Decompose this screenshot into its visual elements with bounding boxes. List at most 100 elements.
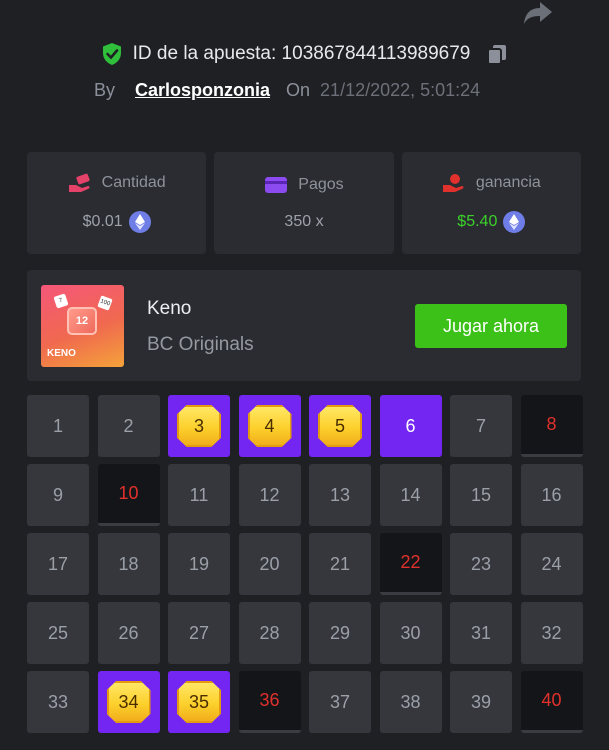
keno-cell-38: 38	[379, 671, 442, 733]
keno-cell-number: 17	[47, 553, 69, 574]
keno-cell-number: 39	[470, 691, 492, 712]
keno-cell-number: 7	[475, 415, 486, 436]
keno-cell-4: 4	[238, 395, 301, 457]
gem-icon: 4	[247, 405, 292, 447]
keno-cell-number: 40	[541, 690, 562, 710]
keno-tile-icon: 12	[67, 307, 97, 335]
keno-cell-2: 2	[97, 395, 160, 457]
keno-cell-27: 27	[168, 602, 230, 664]
coin-hand-icon	[442, 174, 464, 192]
keno-cell-33: 33	[27, 671, 89, 733]
money-hand-icon	[68, 173, 90, 192]
shield-check-icon	[102, 43, 121, 65]
keno-cell-number: 21	[329, 553, 351, 574]
keno-cell-17: 17	[27, 533, 89, 595]
bet-stats: Cantidad $0.01 Pagos 350 x ganancia $5.4…	[27, 152, 581, 254]
username-link[interactable]: Carlosponzonia	[135, 80, 270, 101]
keno-cell-31: 31	[450, 602, 512, 664]
gem-icon: 3	[177, 405, 221, 447]
keno-cell-number: 2	[123, 415, 134, 436]
keno-cell-3: 3	[168, 395, 230, 457]
stat-profit-label: ganancia	[475, 174, 541, 191]
copy-icon[interactable]	[486, 43, 508, 65]
gem-icon: 35	[177, 681, 221, 723]
stat-payout: Pagos 350 x	[214, 152, 394, 254]
share-icon[interactable]	[522, 0, 554, 26]
keno-cell-number: 18	[118, 553, 139, 574]
stat-profit: ganancia $5.40	[401, 152, 581, 254]
keno-cell-32: 32	[520, 602, 583, 664]
play-now-button[interactable]: Jugar ahora	[415, 304, 567, 348]
bet-id: ID de la apuesta: 103867844113989679	[132, 43, 471, 64]
eth-icon	[128, 211, 151, 233]
keno-thumbnail[interactable]: 7 100 12 KENO	[41, 285, 124, 367]
gem-icon: 34	[106, 681, 151, 723]
keno-cell-number: 25	[47, 622, 69, 643]
keno-cell-13: 13	[309, 464, 371, 526]
die-icon: 7	[53, 293, 69, 309]
keno-cell-39: 39	[450, 671, 512, 733]
game-title[interactable]: Keno	[147, 298, 191, 320]
by-label: By	[94, 79, 116, 100]
keno-cell-18: 18	[97, 533, 160, 595]
keno-cell-9: 9	[27, 464, 89, 526]
stat-amount: Cantidad $0.01	[27, 152, 207, 254]
keno-cell-number: 11	[189, 484, 209, 505]
keno-cell-40: 40	[520, 671, 583, 733]
game-provider: BC Originals	[147, 334, 254, 355]
byline: By Carlosponzonia On 21/12/2022, 5:01:24	[94, 77, 480, 103]
keno-cell-14: 14	[379, 464, 442, 526]
keno-cell-number: 33	[47, 691, 69, 712]
keno-cell-22: 22	[379, 533, 442, 595]
stat-payout-label: Pagos	[298, 176, 344, 193]
keno-cell-number: 10	[118, 483, 139, 503]
keno-cell-number: 27	[188, 622, 210, 643]
keno-cell-number: 37	[329, 691, 351, 712]
bet-id-row: ID de la apuesta: 103867844113989679	[0, 40, 609, 68]
keno-cell-15: 15	[450, 464, 512, 526]
bet-datetime: 21/12/2022, 5:01:24	[320, 79, 481, 100]
keno-cell-number: 14	[400, 484, 421, 505]
keno-cell-number: 22	[400, 552, 421, 572]
keno-cell-number: 15	[470, 484, 492, 505]
keno-cell-21: 21	[309, 533, 371, 595]
keno-cell-number: 29	[329, 622, 351, 643]
keno-cell-30: 30	[379, 602, 442, 664]
keno-cell-1: 1	[27, 395, 89, 457]
card-icon	[265, 177, 288, 193]
keno-cell-12: 12	[238, 464, 301, 526]
keno-cell-23: 23	[450, 533, 512, 595]
keno-cell-number: 1	[52, 415, 63, 436]
keno-cell-7: 7	[450, 395, 512, 457]
stat-amount-label: Cantidad	[101, 174, 166, 191]
stat-profit-value: $5.40	[457, 213, 498, 230]
keno-cell-10: 10	[97, 464, 160, 526]
keno-cell-number: 26	[118, 622, 139, 643]
keno-cell-number: 23	[470, 553, 492, 574]
keno-cell-20: 20	[238, 533, 301, 595]
keno-cell-number: 19	[188, 553, 210, 574]
stat-amount-value: $0.01	[82, 213, 123, 230]
stat-payout-value: 350 x	[284, 213, 324, 230]
keno-cell-34: 34	[97, 671, 160, 733]
eth-icon	[503, 211, 526, 233]
keno-cell-number: 9	[52, 484, 63, 505]
keno-cell-35: 35	[168, 671, 230, 733]
keno-cell-number: 8	[546, 414, 557, 434]
keno-cell-number: 32	[541, 622, 562, 643]
keno-cell-28: 28	[238, 602, 301, 664]
keno-cell-number: 24	[541, 553, 562, 574]
keno-cell-number: 12	[259, 484, 280, 505]
keno-cell-26: 26	[97, 602, 160, 664]
keno-cell-number: 36	[259, 690, 280, 710]
keno-cell-19: 19	[168, 533, 230, 595]
keno-cell-number: 13	[329, 484, 351, 505]
keno-cell-number: 28	[259, 622, 280, 643]
keno-cell-8: 8	[520, 395, 583, 457]
game-card: 7 100 12 KENO Keno BC Originals Jugar ah…	[27, 270, 581, 381]
keno-cell-16: 16	[520, 464, 583, 526]
keno-cell-5: 5	[309, 395, 371, 457]
gem-icon: 5	[318, 405, 362, 447]
keno-cell-number: 30	[400, 622, 421, 643]
keno-cell-number: 38	[400, 691, 421, 712]
